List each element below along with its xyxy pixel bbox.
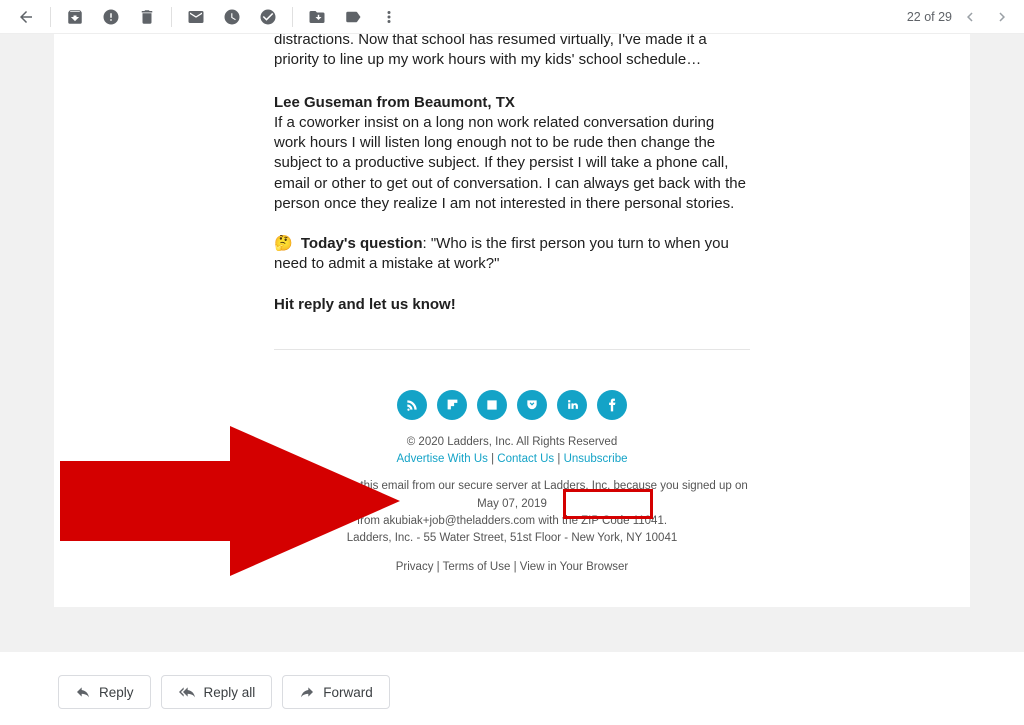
copyright-line: © 2020 Ladders, Inc. All Rights Reserved <box>272 434 752 451</box>
separator <box>50 7 51 27</box>
toolbar: 22 of 29 <box>0 0 1024 34</box>
message-counter: 22 of 29 <box>907 10 952 24</box>
move-to-icon[interactable] <box>301 1 333 33</box>
footer-divider <box>274 349 750 350</box>
address-line: Ladders, Inc. - 55 Water Street, 51st Fl… <box>272 530 752 547</box>
facebook-icon[interactable] <box>597 390 627 420</box>
mark-unread-icon[interactable] <box>180 1 212 33</box>
email-body-card: distractions. Now that school has resume… <box>54 34 970 607</box>
add-to-tasks-icon[interactable] <box>252 1 284 33</box>
disclosure-line-2: from akubiak+job@theladders.com with the… <box>272 513 752 530</box>
labels-icon[interactable] <box>337 1 369 33</box>
question-label: Today's question <box>301 235 423 252</box>
message-actions: Reply Reply all Forward <box>58 675 390 709</box>
reply-icon <box>75 684 91 700</box>
more-icon[interactable] <box>373 1 405 33</box>
report-spam-icon[interactable] <box>95 1 127 33</box>
archive-icon[interactable] <box>59 1 91 33</box>
contact-link[interactable]: Contact Us <box>497 453 554 465</box>
prev-message-icon[interactable] <box>956 3 984 31</box>
reply-all-button[interactable]: Reply all <box>161 675 273 709</box>
news-icon[interactable] <box>477 390 507 420</box>
flipboard-icon[interactable] <box>437 390 467 420</box>
rss-icon[interactable] <box>397 390 427 420</box>
body-paragraph-partial: distractions. Now that school has resume… <box>274 34 750 71</box>
social-row <box>54 390 970 420</box>
testimonial-author: Lee Guseman from Beaumont, TX <box>274 93 750 113</box>
reply-button[interactable]: Reply <box>58 675 151 709</box>
message-viewport: distractions. Now that school has resume… <box>0 34 1024 652</box>
email-footer: © 2020 Ladders, Inc. All Rights Reserved… <box>272 434 752 577</box>
unsubscribe-link[interactable]: Unsubscribe <box>564 453 628 465</box>
reply-cta: Hit reply and let us know! <box>274 295 750 315</box>
separator <box>292 7 293 27</box>
reply-label: Reply <box>99 685 134 700</box>
snooze-icon[interactable] <box>216 1 248 33</box>
todays-question: 🤔 Today's question: "Who is the first pe… <box>274 234 750 275</box>
thinking-emoji-icon: 🤔 <box>274 234 293 254</box>
disclosure-line-1: You're receiving this email from our sec… <box>272 478 752 513</box>
advertise-link[interactable]: Advertise With Us <box>397 453 488 465</box>
terms-link[interactable]: Terms of Use <box>443 561 511 573</box>
pocket-icon[interactable] <box>517 390 547 420</box>
view-in-browser-link[interactable]: View in Your Browser <box>520 561 628 573</box>
reply-all-icon <box>178 684 196 700</box>
forward-button[interactable]: Forward <box>282 675 390 709</box>
pager: 22 of 29 <box>907 3 1016 31</box>
privacy-link[interactable]: Privacy <box>396 561 434 573</box>
forward-icon <box>299 684 315 700</box>
back-icon[interactable] <box>10 1 42 33</box>
delete-icon[interactable] <box>131 1 163 33</box>
reply-all-label: Reply all <box>204 685 256 700</box>
linkedin-icon[interactable] <box>557 390 587 420</box>
testimonial-quote: If a coworker insist on a long non work … <box>274 113 750 214</box>
forward-label: Forward <box>323 685 373 700</box>
next-message-icon[interactable] <box>988 3 1016 31</box>
separator <box>171 7 172 27</box>
